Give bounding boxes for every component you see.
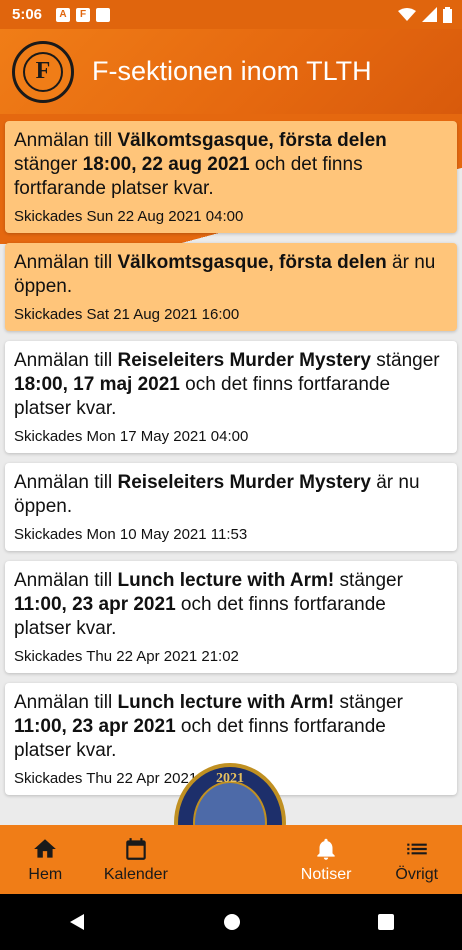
nav-other[interactable]: Övrigt: [371, 825, 462, 894]
notification-event: Lunch lecture with Arm!: [117, 570, 335, 591]
notification-deadline: 18:00, 17 maj 2021: [14, 374, 180, 395]
notification-timestamp: Skickades Mon 10 May 2021 11:53: [14, 526, 248, 543]
notification-card[interactable]: Anmälan till Lunch lecture with Arm! stä…: [5, 561, 457, 673]
notification-message: Anmälan till Välkomtsgasque, första dele…: [14, 251, 448, 299]
page-title: F-sektionen inom TLTH: [92, 56, 372, 86]
calendar-icon: [126, 837, 146, 860]
bottom-navigation: Hem Kalender Notiser Övrigt: [0, 825, 462, 894]
nav-home[interactable]: Hem: [0, 825, 91, 894]
nav-home-label: Hem: [28, 865, 63, 883]
notification-event: Reiseleiters Murder Mystery: [117, 350, 371, 371]
home-circle-icon[interactable]: [223, 913, 241, 931]
status-time: 5:06: [12, 6, 43, 23]
notification-pre: Anmälan till: [14, 130, 118, 151]
nav-notifications[interactable]: Notiser: [281, 825, 372, 894]
wifi-icon: [398, 7, 416, 21]
sd-card-icon: [96, 7, 111, 22]
app-notification-icon: A: [56, 7, 71, 22]
notification-message: Anmälan till Reiseleiters Murder Mystery…: [14, 471, 448, 519]
notification-timestamp: Skickades Mon 17 May 2021 04:00: [14, 428, 249, 445]
notification-deadline: 11:00, 23 apr 2021: [14, 716, 176, 737]
notification-mid: stänger: [14, 154, 83, 175]
app-header: F F-sektionen inom TLTH: [0, 29, 462, 114]
notification-list[interactable]: Anmälan till Välkomtsgasque, första dele…: [0, 121, 462, 825]
back-icon[interactable]: [68, 913, 86, 931]
notification-message: Anmälan till Lunch lecture with Arm! stä…: [14, 691, 448, 763]
notification-message: Anmälan till Reiseleiters Murder Mystery…: [14, 349, 448, 421]
recents-icon[interactable]: [377, 914, 394, 930]
notification-mid: stänger: [334, 692, 403, 713]
list-icon: [406, 843, 427, 854]
battery-icon: [443, 6, 452, 23]
notification-mid: stänger: [334, 570, 403, 591]
notification-card[interactable]: Anmälan till Reiseleiters Murder Mystery…: [5, 463, 457, 551]
notification-card[interactable]: Anmälan till Reiseleiters Murder Mystery…: [5, 341, 457, 453]
notification-deadline: 11:00, 23 apr 2021: [14, 594, 176, 615]
bell-icon: [317, 838, 335, 860]
notification-timestamp: Skickades Sat 21 Aug 2021 16:00: [14, 306, 240, 323]
f-sektionen-logo: F: [12, 40, 74, 103]
notification-pre: Anmälan till: [14, 252, 118, 273]
system-navigation-bar: [0, 894, 462, 950]
notification-message: Anmälan till Lunch lecture with Arm! stä…: [14, 569, 448, 641]
notification-pre: Anmälan till: [14, 350, 118, 371]
notification-event: Välkomtsgasque, första delen: [117, 130, 387, 151]
notification-mid: stänger: [370, 350, 440, 371]
notification-timestamp: Skickades Thu 22 Apr 2021 21:02: [14, 648, 239, 665]
nav-calendar-label: Kalender: [103, 865, 168, 883]
notification-event: Lunch lecture with Arm!: [117, 692, 335, 713]
nav-calendar[interactable]: Kalender: [91, 825, 182, 894]
nav-notifications-label: Notiser: [300, 865, 352, 883]
f-app-icon: F: [76, 7, 91, 22]
nav-other-label: Övrigt: [395, 865, 439, 883]
notification-message: Anmälan till Välkomtsgasque, första dele…: [14, 129, 448, 201]
notification-event: Reiseleiters Murder Mystery: [117, 472, 371, 493]
badge-year: 2021: [216, 771, 244, 786]
signal-icon: [422, 7, 437, 22]
notification-pre: Anmälan till: [14, 570, 118, 591]
notification-timestamp: Skickades Sun 22 Aug 2021 04:00: [14, 208, 244, 225]
notification-card[interactable]: Anmälan till Välkomtsgasque, första dele…: [5, 121, 457, 233]
notification-event: Välkomtsgasque, första delen: [117, 252, 387, 273]
home-icon: [34, 838, 57, 858]
notification-card[interactable]: Anmälan till Välkomtsgasque, första dele…: [5, 243, 457, 331]
status-bar: 5:06 A F: [0, 0, 462, 29]
notification-pre: Anmälan till: [14, 692, 118, 713]
notification-deadline: 18:00, 22 aug 2021: [82, 154, 250, 175]
notification-pre: Anmälan till: [14, 472, 118, 493]
